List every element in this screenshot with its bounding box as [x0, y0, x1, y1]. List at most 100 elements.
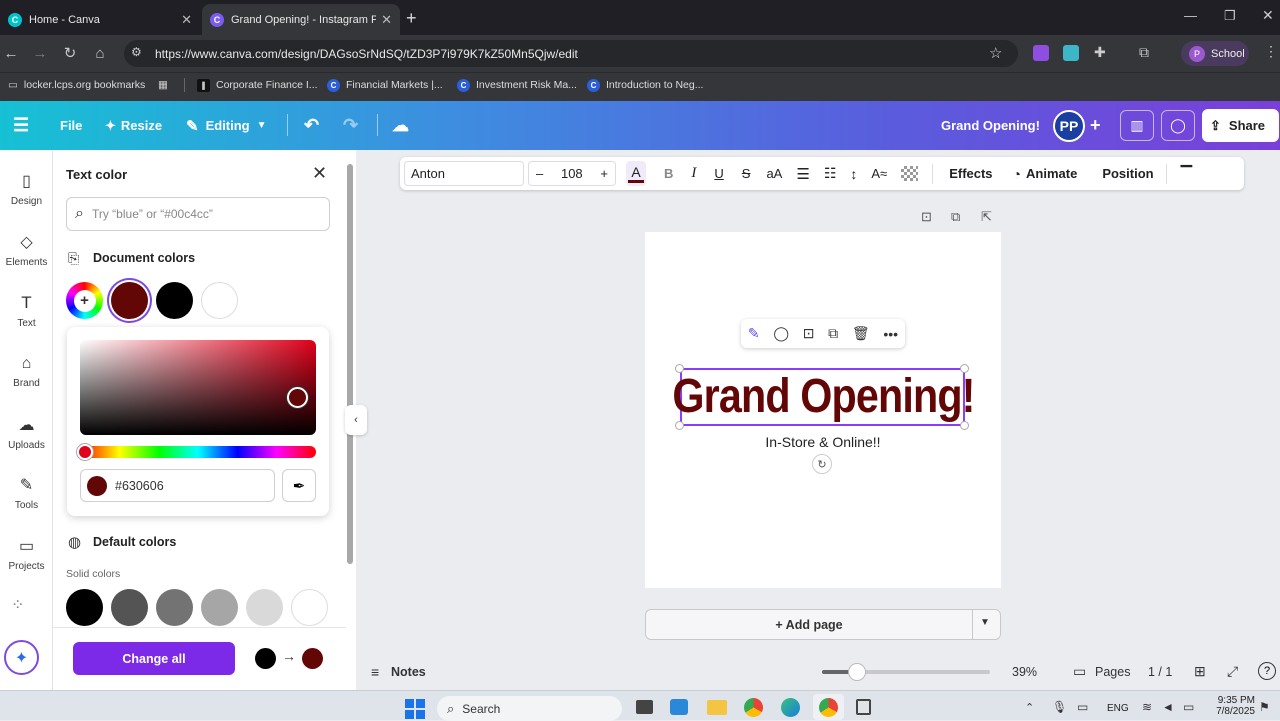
file-explorer-icon[interactable] — [707, 700, 727, 715]
help-icon[interactable]: ? — [1258, 662, 1276, 680]
grid-view-icon[interactable]: ⊞ — [1194, 663, 1206, 680]
rail-projects[interactable]: ▭ Projects — [0, 525, 53, 583]
list-icon[interactable]: ☷ — [824, 165, 837, 182]
rail-elements[interactable]: ◇ Elements — [0, 221, 53, 279]
notification-icon[interactable]: ⚑ — [1259, 700, 1270, 714]
transparency-icon[interactable] — [901, 166, 919, 181]
cloud-saved-icon[interactable]: ☁ — [392, 101, 409, 150]
bold-button[interactable]: B — [664, 166, 673, 181]
window-close-icon[interactable]: ✕ — [1262, 7, 1274, 24]
solid-color-swatch[interactable] — [66, 589, 103, 626]
add-page-button[interactable]: + Add page — [646, 610, 972, 639]
decrease-size-button[interactable]: – — [536, 166, 543, 181]
profile-button[interactable]: P School — [1181, 41, 1249, 66]
letter-case-button[interactable]: aA — [766, 166, 782, 181]
rail-uploads[interactable]: ☁ Uploads — [0, 404, 53, 462]
file-menu-button[interactable]: File — [60, 101, 82, 150]
editing-mode-dropdown[interactable]: ✎ Editing ▼ — [186, 101, 267, 150]
store-icon[interactable] — [670, 699, 688, 715]
zoom-level[interactable]: 39% — [1012, 665, 1037, 679]
font-size-stepper[interactable]: – 108 + — [528, 161, 616, 186]
bookmark-item[interactable]: C Investment Risk Ma... — [457, 76, 577, 94]
zoom-slider[interactable] — [822, 670, 990, 674]
chrome-icon[interactable] — [744, 698, 763, 717]
solid-color-swatch[interactable] — [246, 589, 283, 626]
resize-handle[interactable] — [960, 421, 969, 430]
font-family-select[interactable]: Anton — [404, 161, 524, 186]
forward-icon[interactable]: → — [29, 42, 51, 64]
subtitle-text[interactable]: In-Store & Online!! — [645, 434, 1001, 450]
chevron-up-icon[interactable]: ⌃ — [1025, 701, 1034, 714]
resize-handle[interactable] — [675, 364, 684, 373]
insights-chart-icon[interactable]: ▥ — [1120, 110, 1154, 141]
design-title[interactable]: Grand Opening! — [941, 101, 1040, 150]
snipping-tool-icon[interactable] — [856, 699, 871, 715]
hex-input[interactable]: #630606 — [80, 469, 275, 502]
microphone-icon[interactable]: 🎙 — [1052, 700, 1067, 714]
hamburger-menu-icon[interactable]: ☰ — [13, 101, 29, 150]
eyedropper-icon[interactable]: ✒ — [282, 469, 316, 502]
language-indicator[interactable]: ENG — [1107, 703, 1129, 714]
doc-color-swatch[interactable] — [156, 282, 193, 319]
pages-button[interactable]: Pages — [1095, 665, 1130, 679]
bookmark-item[interactable]: C Introduction to Neg... — [587, 76, 703, 94]
position-button[interactable]: Position — [1102, 166, 1153, 181]
volume-icon[interactable]: ◄ — [1162, 700, 1174, 714]
strikethrough-button[interactable]: S — [742, 166, 751, 181]
resize-handle[interactable] — [675, 421, 684, 430]
spacing-icon[interactable]: ↕ — [850, 166, 857, 182]
align-center-icon[interactable]: ☰ — [796, 165, 809, 183]
trash-icon[interactable]: 🗑 — [852, 325, 870, 342]
solid-color-swatch[interactable] — [291, 589, 328, 626]
hue-handle[interactable] — [77, 444, 93, 460]
hue-slider[interactable] — [80, 446, 316, 458]
extension-icon[interactable] — [1033, 45, 1049, 61]
italic-button[interactable]: I — [691, 165, 696, 182]
add-page-icon[interactable]: ⇱ — [981, 209, 992, 225]
bookmark-folder[interactable]: ▭ locker.lcps.org bookmarks — [8, 76, 145, 94]
tab-close-icon[interactable]: ✕ — [381, 12, 392, 28]
taskbar-search[interactable]: ⌕ Search — [437, 696, 622, 721]
add-color-button[interactable]: + — [66, 282, 103, 319]
apps-grid-icon[interactable]: ⁘ — [11, 595, 24, 615]
site-info-icon[interactable]: ⚙ — [131, 45, 142, 59]
rail-brand[interactable]: ⌂ Brand — [0, 343, 53, 401]
headline-text[interactable]: Grand Opening! — [672, 366, 975, 426]
text-format-icon[interactable]: A≈ — [871, 166, 887, 181]
magic-edit-icon[interactable]: ✎ — [748, 325, 760, 342]
lock-page-icon[interactable]: ⊡ — [921, 209, 932, 225]
saturation-handle[interactable] — [287, 387, 308, 408]
home-icon[interactable]: ⌂ — [89, 42, 111, 64]
notes-button[interactable]: Notes — [391, 665, 426, 679]
extensions-puzzle-icon[interactable]: ✚ — [1094, 44, 1106, 61]
start-menu-icon[interactable] — [405, 699, 425, 719]
duplicate-icon[interactable]: ⧉ — [828, 325, 838, 342]
lock-icon[interactable]: ⊡ — [803, 325, 815, 342]
bookmark-item[interactable]: ∥ Corporate Finance I... — [197, 76, 318, 94]
resize-handle[interactable] — [960, 364, 969, 373]
back-icon[interactable]: ← — [0, 42, 22, 64]
solid-color-swatch[interactable] — [156, 589, 193, 626]
doc-color-swatch[interactable] — [201, 282, 238, 319]
clock[interactable]: 9:35 PM 7/8/2025 — [1205, 695, 1255, 717]
extension-icon[interactable] — [1063, 45, 1079, 61]
collapse-panel-chevron-icon[interactable]: ‹ — [345, 405, 367, 435]
rail-design[interactable]: ▯ Design — [0, 160, 53, 218]
increase-size-button[interactable]: + — [600, 166, 608, 181]
comment-icon[interactable]: ◯ — [1161, 110, 1195, 141]
comment-add-icon[interactable]: ◯ — [773, 325, 789, 342]
animate-button[interactable]: Animate — [1026, 166, 1077, 181]
edge-icon[interactable] — [781, 698, 800, 717]
solid-color-swatch[interactable] — [111, 589, 148, 626]
wifi-icon[interactable]: ≋ — [1142, 700, 1152, 714]
task-view-icon[interactable] — [636, 700, 653, 714]
rotate-handle-icon[interactable]: ↻ — [812, 454, 832, 474]
underline-button[interactable]: U — [714, 166, 723, 181]
bookmark-star-icon[interactable]: ☆ — [989, 44, 1002, 62]
text-color-button[interactable]: A — [626, 161, 646, 186]
color-search-input[interactable]: ⌕ Try “blue” or “#00c4cc” — [66, 197, 330, 231]
display-icon[interactable]: ▭ — [1077, 700, 1088, 714]
duplicate-page-icon[interactable]: ⧉ — [951, 209, 960, 225]
saturation-picker[interactable] — [80, 340, 316, 435]
chevron-down-icon[interactable]: ▼ — [980, 617, 990, 628]
